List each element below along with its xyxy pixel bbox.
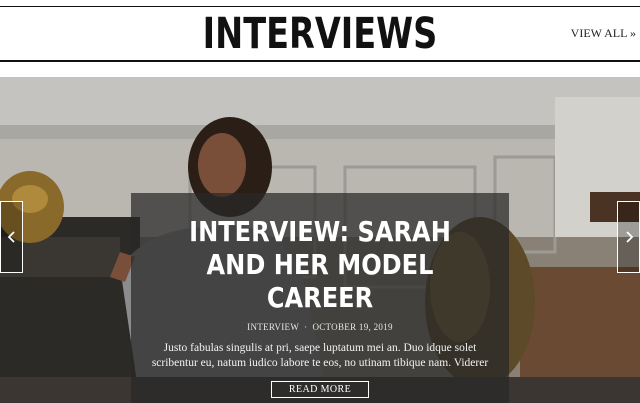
header-rule-top <box>0 6 640 7</box>
slide-title[interactable]: INTERVIEW: SARAH AND HER MODEL CAREER <box>173 215 467 314</box>
chevron-left-icon <box>7 231 15 243</box>
featured-slider: INTERVIEW: SARAH AND HER MODEL CAREER IN… <box>0 77 640 403</box>
section-header: INTERVIEWS VIEW ALL » <box>0 0 640 66</box>
slide-category[interactable]: INTERVIEW <box>247 322 299 332</box>
section-title: INTERVIEWS <box>202 9 438 59</box>
slide-date: OCTOBER 19, 2019 <box>312 322 393 332</box>
meta-separator: · <box>304 322 308 332</box>
slide-meta: INTERVIEW · OCTOBER 19, 2019 <box>131 322 509 332</box>
slide-caption-card: INTERVIEW: SARAH AND HER MODEL CAREER IN… <box>131 193 509 403</box>
slider-next-button[interactable] <box>617 201 640 273</box>
header-rule-bottom <box>0 60 640 62</box>
read-more-button[interactable]: READ MORE <box>270 381 370 398</box>
slide-excerpt: Justo fabulas singulis at pri, saepe lup… <box>151 342 489 369</box>
chevron-right-icon <box>625 231 633 243</box>
view-all-link[interactable]: VIEW ALL » <box>571 26 636 41</box>
slider-prev-button[interactable] <box>0 201 23 273</box>
